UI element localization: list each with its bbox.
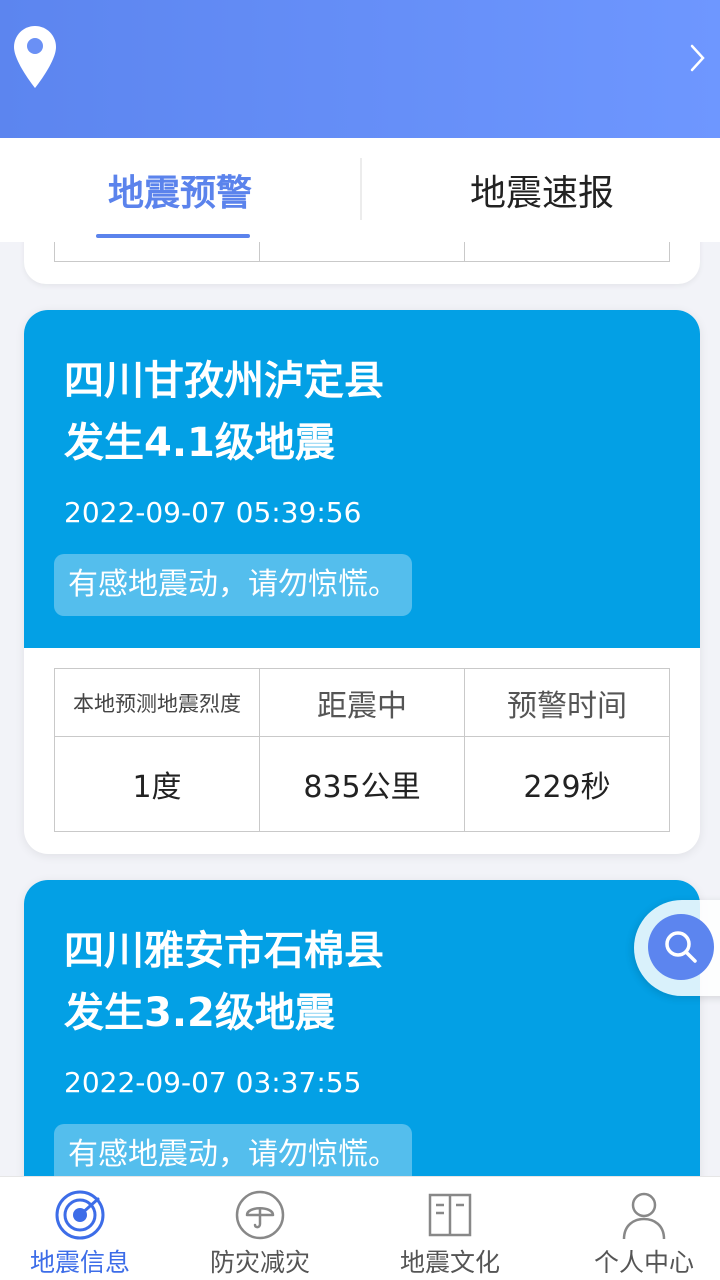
quake-location: 四川雅安市石棉县 — [64, 928, 384, 974]
distance-value: 835公里 — [259, 737, 464, 831]
nav-label: 防灾减灾 — [209, 1248, 310, 1277]
quake-location: 四川甘孜州泸定县 — [64, 358, 384, 404]
quake-card[interactable]: 四川甘孜州泸定县 发生4.1级地震 2022-09-07 05:39:56 有感… — [24, 310, 700, 854]
distance-header: 距震中 — [259, 669, 464, 736]
location-pin-icon[interactable] — [14, 26, 56, 88]
intensity-value: 1度 — [132, 770, 182, 805]
quake-time: 2022-09-07 05:39:56 — [64, 496, 362, 529]
tab-earthquake-report[interactable]: 地震速报 — [362, 138, 720, 242]
info-table-values: 1度 835公里 229秒 — [55, 737, 669, 831]
quake-magnitude: 发生4.1级地震 — [64, 420, 335, 466]
quake-note: 有感地震动，请勿惊慌。 — [54, 554, 412, 616]
nav-item-disaster-prevention[interactable]: 防灾减灾 — [180, 1177, 360, 1280]
search-button[interactable] — [634, 900, 720, 996]
tab-earthquake-warning[interactable]: 地震预警 — [0, 138, 360, 242]
user-icon — [622, 1192, 666, 1240]
search-icon — [665, 931, 697, 963]
nav-label: 地震文化 — [399, 1248, 500, 1277]
app-header — [0, 0, 720, 138]
nav-item-earthquake-info[interactable]: 地震信息 — [0, 1177, 180, 1280]
nav-label: 地震信息 — [29, 1248, 130, 1277]
warning-time-value: 229秒 — [464, 737, 669, 831]
nav-label: 个人中心 — [593, 1248, 694, 1277]
tab-bar: 地震预警 地震速报 — [0, 138, 720, 242]
quake-card-header: 四川甘孜州泸定县 发生4.1级地震 2022-09-07 05:39:56 有感… — [24, 310, 700, 648]
quake-note: 有感地震动，请勿惊慌。 — [54, 1124, 412, 1176]
warning-time-header: 预警时间 — [464, 669, 669, 736]
quake-card-header: 四川雅安市石棉县 发生3.2级地震 2022-09-07 03:37:55 有感… — [24, 880, 700, 1176]
nav-item-profile[interactable]: 个人中心 — [564, 1177, 720, 1280]
previous-card-bottom — [24, 242, 700, 284]
bottom-nav: 地震信息 防灾减灾 地震文化 个人中心 — [0, 1176, 720, 1280]
umbrella-icon — [235, 1190, 285, 1240]
quake-title: 四川雅安市石棉县 发生3.2级地震 — [64, 920, 664, 1044]
radar-icon — [55, 1190, 105, 1240]
active-tab-indicator — [96, 234, 250, 238]
chevron-right-icon[interactable] — [690, 44, 706, 72]
nav-item-earthquake-culture[interactable]: 地震文化 — [370, 1177, 550, 1280]
warning-list[interactable]: 四川甘孜州泸定县 发生4.1级地震 2022-09-07 05:39:56 有感… — [0, 242, 720, 1176]
quake-title: 四川甘孜州泸定县 发生4.1级地震 — [64, 350, 664, 474]
info-table-header: 本地预测地震烈度 距震中 预警时间 — [55, 669, 669, 737]
quake-info-table: 本地预测地震烈度 距震中 预警时间 1度 835公里 229秒 — [54, 668, 670, 832]
previous-card-table — [54, 242, 670, 262]
quake-time: 2022-09-07 03:37:55 — [64, 1066, 362, 1099]
intensity-header: 本地预测地震烈度 — [73, 691, 241, 716]
quake-card[interactable]: 四川雅安市石棉县 发生3.2级地震 2022-09-07 03:37:55 有感… — [24, 880, 700, 1176]
search-button-circle — [648, 914, 714, 980]
quake-magnitude: 发生3.2级地震 — [64, 990, 335, 1036]
book-icon — [428, 1193, 472, 1237]
